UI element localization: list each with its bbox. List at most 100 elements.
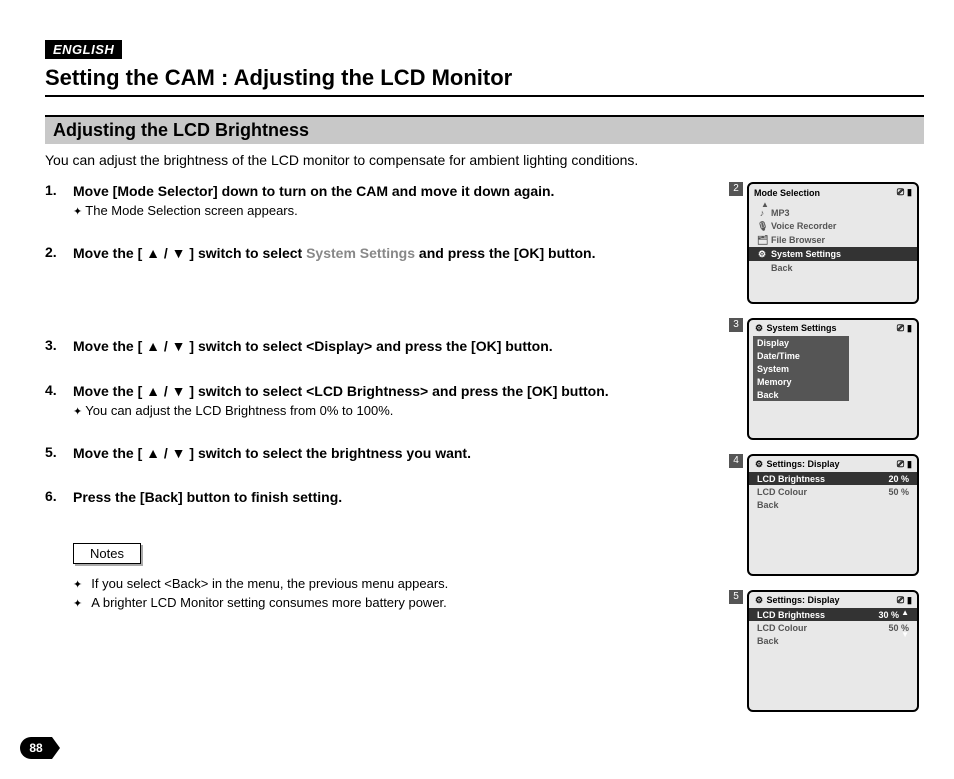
note-item: A brighter LCD Monitor setting consumes …	[73, 595, 715, 610]
menu-item-back: Back	[753, 388, 849, 401]
screen-5: ⚙ Settings: Display ⎚▮ ▲ ▼ LCD Brightnes…	[747, 590, 919, 712]
gear-icon: ⚙	[754, 595, 764, 606]
screen-3-title: ⚙ System Settings	[754, 323, 837, 334]
screen-5-title: ⚙ Settings: Display	[754, 595, 840, 606]
menu-label: Voice Recorder	[771, 221, 836, 231]
step-3: Move the [ ▲ / ▼ ] switch to select <Dis…	[45, 337, 715, 356]
scroll-up-icon: ▲	[761, 200, 769, 209]
menu-label: File Browser	[771, 235, 825, 245]
music-icon: ♪	[757, 208, 767, 218]
menu-label: System Settings	[771, 249, 841, 259]
card-icon: ⎚	[897, 323, 904, 334]
menu-label: LCD Colour	[757, 487, 807, 497]
menu-label: LCD Colour	[757, 623, 807, 633]
menu-item-system-settings: ⚙ System Settings	[749, 247, 917, 261]
step-1: Move [Mode Selector] down to turn on the…	[45, 182, 715, 218]
menu-label: Back	[757, 500, 779, 510]
step-2-post: and press the [OK] button.	[415, 245, 595, 261]
mic-icon: 🎙	[757, 221, 767, 232]
screen-2: Mode Selection ⎚▮ ▲ ♪ MP3 🎙 Voice Recorder…	[747, 182, 919, 304]
intro-text: You can adjust the brightness of the LCD…	[45, 152, 924, 168]
step-4-sub: You can adjust the LCD Brightness from 0…	[73, 403, 715, 418]
step-5-main: Move the [ ▲ / ▼ ] switch to select the …	[73, 444, 715, 463]
gear-icon: ⚙	[757, 249, 767, 260]
value-down-icon: ▼	[901, 630, 909, 639]
card-icon: ⎚	[897, 459, 904, 470]
step-4-main: Move the [ ▲ / ▼ ] switch to select <LCD…	[73, 382, 715, 401]
menu-item-mp3: ♪ MP3	[753, 206, 913, 219]
menu-value: 50 %	[882, 487, 909, 497]
menu-label: Back	[757, 636, 779, 646]
menu-item-lcd-colour: LCD Colour 50 %	[753, 485, 913, 498]
screen-3: ⚙ System Settings ⎚▮ Display Date/Time S…	[747, 318, 919, 440]
step-1-sub: The Mode Selection screen appears.	[73, 203, 715, 218]
menu-label: Display	[757, 338, 789, 348]
menu-item-display: Display	[753, 336, 849, 349]
screen-title-text: Settings: Display	[767, 459, 840, 469]
status-icons: ⎚▮	[897, 595, 912, 606]
screen-3-number: 3	[729, 318, 743, 332]
language-badge: ENGLISH	[45, 40, 122, 59]
screens-column: 2 Mode Selection ⎚▮ ▲ ♪MP3 🎙Voice Record…	[729, 182, 924, 726]
note-item: If you select <Back> in the menu, the pr…	[73, 576, 715, 591]
section-title: Adjusting the LCD Brightness	[45, 115, 924, 144]
menu-item-back: Back	[753, 261, 913, 274]
notes-list: If you select <Back> in the menu, the pr…	[45, 576, 715, 610]
folder-icon: 🗂	[757, 235, 767, 246]
screen-4-title: ⚙ Settings: Display	[754, 459, 840, 470]
menu-item-voice: 🎙 Voice Recorder	[753, 219, 913, 233]
gear-icon: ⚙	[754, 459, 764, 470]
page-number-badge: 88	[20, 737, 52, 759]
screen-5-wrap: 5 ⚙ Settings: Display ⎚▮ ▲ ▼ LCD Brightn…	[729, 590, 924, 712]
screen-2-number: 2	[729, 182, 743, 196]
status-icons: ⎚▮	[897, 323, 912, 334]
value-up-icon: ▲	[901, 608, 909, 617]
step-3-main: Move the [ ▲ / ▼ ] switch to select <Dis…	[73, 337, 715, 356]
gear-icon: ⚙	[754, 323, 764, 334]
menu-item-lcd-brightness: LCD Brightness 20 %	[749, 472, 917, 485]
step-6-main: Press the [Back] button to finish settin…	[73, 488, 715, 507]
step-4: Move the [ ▲ / ▼ ] switch to select <LCD…	[45, 382, 715, 418]
screen-4-number: 4	[729, 454, 743, 468]
menu-value: 20 %	[882, 474, 909, 484]
menu-item-file: 🗂 File Browser	[753, 233, 913, 247]
screen-title-text: System Settings	[767, 323, 837, 333]
screen-5-number: 5	[729, 590, 743, 604]
menu-label: LCD Brightness	[757, 474, 825, 484]
battery-icon: ▮	[907, 595, 912, 606]
step-6: Press the [Back] button to finish settin…	[45, 488, 715, 507]
battery-icon: ▮	[907, 459, 912, 470]
step-2: Move the [ ▲ / ▼ ] switch to select Syst…	[45, 244, 715, 311]
menu-item-lcd-colour: LCD Colour50 %	[753, 621, 913, 634]
menu-label: MP3	[771, 208, 790, 218]
screen-2-title: Mode Selection	[754, 188, 820, 198]
menu-label: Date/Time	[757, 351, 800, 361]
menu-item-lcd-brightness: LCD Brightness30 %	[749, 608, 917, 621]
screen-4: ⚙ Settings: Display ⎚▮ LCD Brightness 20 …	[747, 454, 919, 576]
page-title: Setting the CAM : Adjusting the LCD Moni…	[45, 65, 924, 97]
menu-item-back: Back	[753, 498, 913, 511]
menu-label: Back	[757, 390, 779, 400]
status-icons: ⎚▮	[897, 187, 912, 198]
menu-label: Memory	[757, 377, 792, 387]
battery-icon: ▮	[907, 323, 912, 334]
step-1-main: Move [Mode Selector] down to turn on the…	[73, 182, 715, 201]
screen-title-text: Settings: Display	[767, 595, 840, 605]
step-5: Move the [ ▲ / ▼ ] switch to select the …	[45, 444, 715, 463]
status-icons: ⎚▮	[897, 459, 912, 470]
menu-item-back: Back	[753, 634, 913, 647]
step-2-main: Move the [ ▲ / ▼ ] switch to select Syst…	[73, 244, 715, 263]
menu-label: Back	[771, 263, 793, 273]
menu-label: System	[757, 364, 789, 374]
menu-item-memory: Memory	[753, 375, 849, 388]
battery-icon: ▮	[907, 187, 912, 198]
step-2-pre: Move the [ ▲ / ▼ ] switch to select	[73, 245, 306, 261]
menu-item-datetime: Date/Time	[753, 349, 849, 362]
screen-2-wrap: 2 Mode Selection ⎚▮ ▲ ♪ MP3 🎙 Voice Record…	[729, 182, 924, 304]
notes-label: Notes	[73, 543, 141, 564]
menu-item-system: System	[753, 362, 849, 375]
instructions-column: Move [Mode Selector] down to turn on the…	[45, 182, 715, 726]
card-icon: ⎚	[897, 187, 904, 198]
menu-label: LCD Brightness	[757, 610, 825, 620]
card-icon: ⎚	[897, 595, 904, 606]
